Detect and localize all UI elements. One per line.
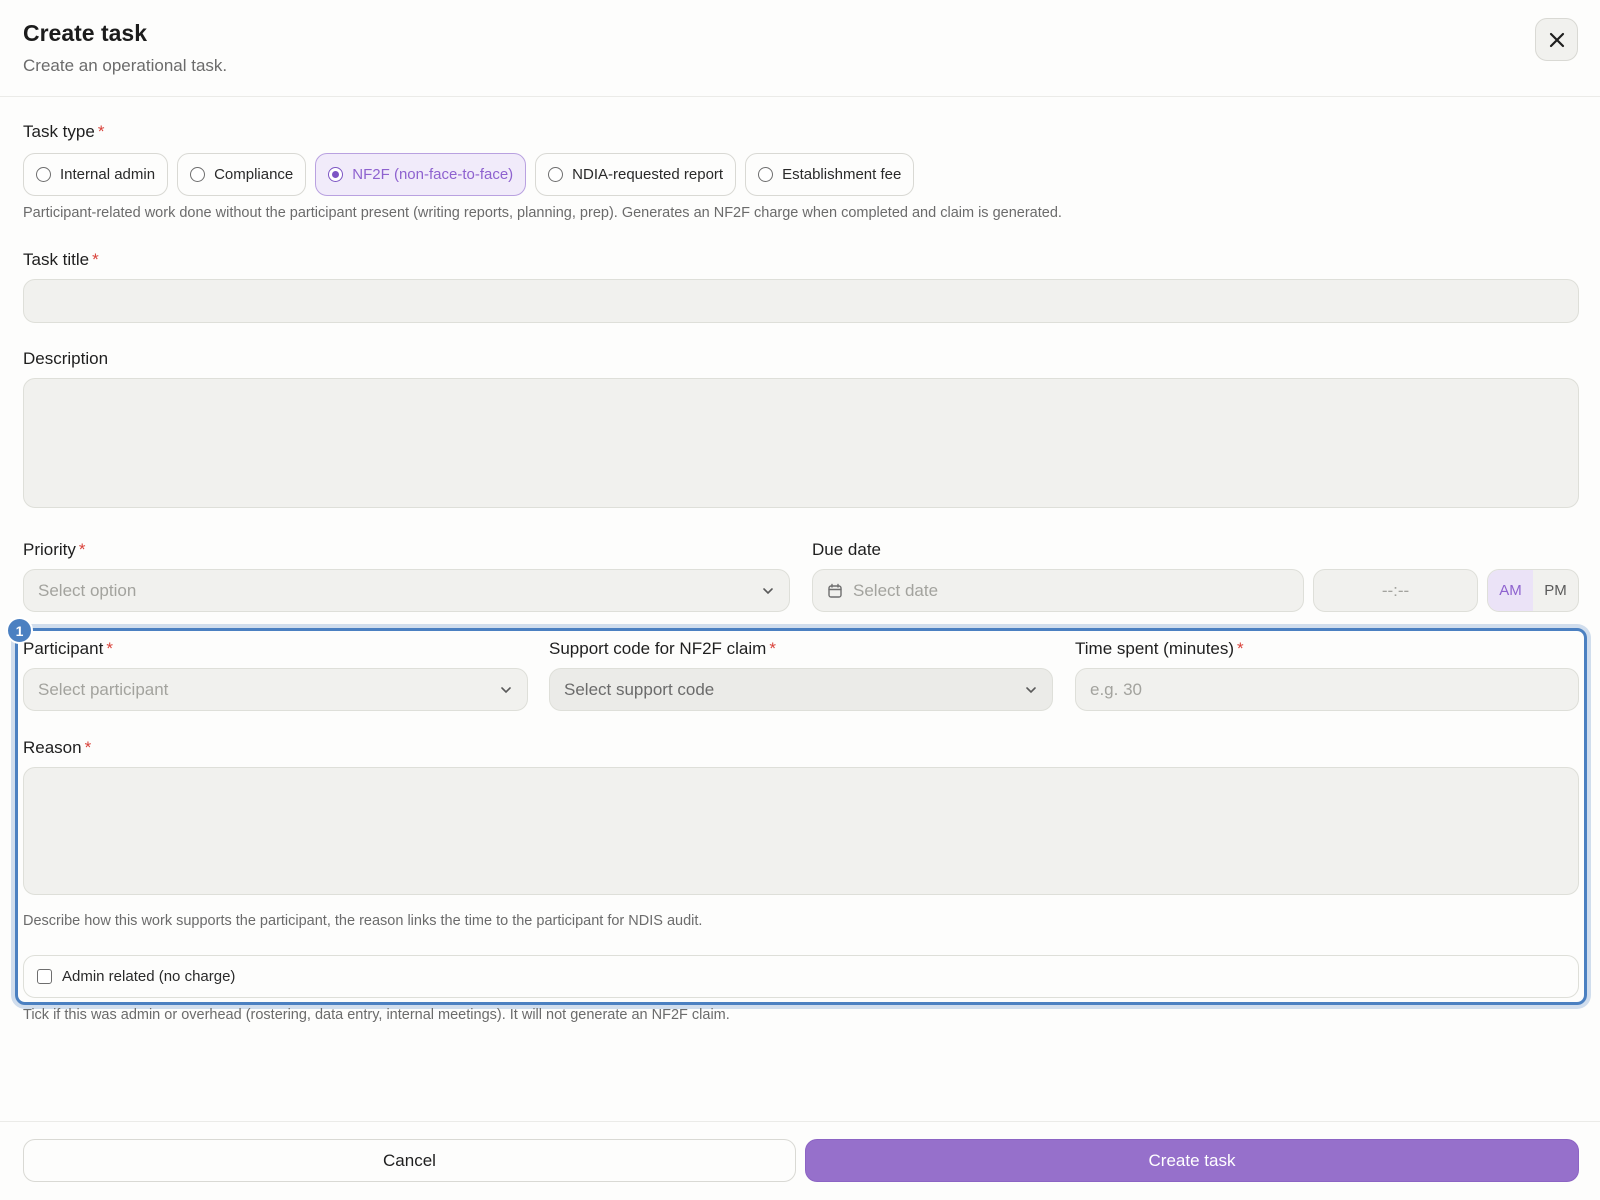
reason-label: Reason *	[23, 738, 92, 757]
task-type-option-compliance[interactable]: Compliance	[177, 153, 307, 196]
support-code-select[interactable]: Select support code	[549, 668, 1053, 711]
admin-related-hint: Tick if this was admin or overhead (rost…	[23, 1007, 730, 1023]
priority-label: Priority *	[23, 540, 86, 559]
due-time-input[interactable]: --:--	[1313, 569, 1478, 612]
radio-icon	[36, 167, 51, 182]
admin-related-label: Admin related (no charge)	[62, 968, 236, 985]
participant-label: Participant *	[23, 639, 113, 658]
required-marker: *	[769, 639, 776, 658]
task-type-option-nf2f[interactable]: NF2F (non-face-to-face)	[315, 153, 527, 196]
calendar-icon	[828, 583, 842, 598]
dialog-subtitle: Create an operational task.	[23, 56, 228, 75]
admin-related-checkbox[interactable]	[37, 969, 52, 984]
task-title-label: Task title *	[23, 250, 99, 269]
task-type-label: Task type *	[23, 122, 105, 141]
chevron-down-icon	[763, 587, 773, 594]
chevron-down-icon	[501, 686, 511, 693]
admin-related-checkbox-row[interactable]: Admin related (no charge)	[23, 955, 1579, 998]
support-code-label: Support code for NF2F claim *	[549, 639, 776, 658]
reason-textarea[interactable]	[23, 767, 1579, 895]
radio-icon	[548, 167, 564, 182]
required-marker: *	[1237, 639, 1244, 658]
support-code-placeholder: Select support code	[564, 679, 715, 699]
required-marker: *	[106, 639, 113, 658]
dialog-header: Create task Create an operational task.	[0, 0, 1600, 97]
required-marker: *	[97, 122, 105, 141]
radio-icon	[190, 167, 206, 182]
priority-placeholder: Select option	[38, 580, 137, 600]
cancel-button[interactable]: Cancel	[23, 1139, 796, 1182]
reason-hint: Describe how this work supports the part…	[23, 913, 703, 929]
time-spent-placeholder: e.g. 30	[1090, 679, 1142, 699]
am-pm-toggle: AM PM	[1487, 569, 1579, 612]
time-spent-input[interactable]: e.g. 30	[1075, 668, 1579, 711]
task-type-radio-group: Internal admin Compliance NF2F (non-face…	[23, 153, 915, 196]
pm-option[interactable]: PM	[1533, 570, 1578, 611]
radio-icon	[758, 167, 774, 182]
participant-select[interactable]: Select participant	[23, 668, 528, 711]
close-icon	[1549, 32, 1564, 47]
task-title-input[interactable]	[23, 279, 1579, 323]
create-task-button[interactable]: Create task	[805, 1139, 1579, 1182]
chevron-down-icon	[1026, 686, 1036, 693]
priority-select[interactable]: Select option	[23, 569, 790, 612]
participant-placeholder: Select participant	[38, 679, 169, 699]
dialog-title: Create task	[23, 20, 148, 46]
due-date-placeholder: Select date	[853, 580, 939, 600]
due-time-placeholder: --:--	[1381, 580, 1410, 600]
required-marker: *	[92, 250, 99, 269]
radio-selected-icon	[328, 167, 344, 182]
close-button[interactable]	[1535, 18, 1578, 61]
task-type-option-ndia-report[interactable]: NDIA-requested report	[535, 153, 737, 196]
time-spent-label: Time spent (minutes) *	[1075, 639, 1244, 658]
task-type-option-establishment-fee[interactable]: Establishment fee	[745, 153, 915, 196]
am-option[interactable]: AM	[1488, 570, 1533, 611]
task-type-hint: Participant-related work done without th…	[23, 205, 1062, 221]
required-marker: *	[84, 738, 92, 757]
task-type-option-internal-admin[interactable]: Internal admin	[23, 153, 169, 196]
due-date-picker[interactable]: Select date	[812, 569, 1304, 612]
description-label: Description	[23, 349, 109, 368]
description-textarea[interactable]	[23, 378, 1579, 508]
required-marker: *	[78, 540, 86, 559]
due-date-label: Due date	[812, 540, 881, 559]
